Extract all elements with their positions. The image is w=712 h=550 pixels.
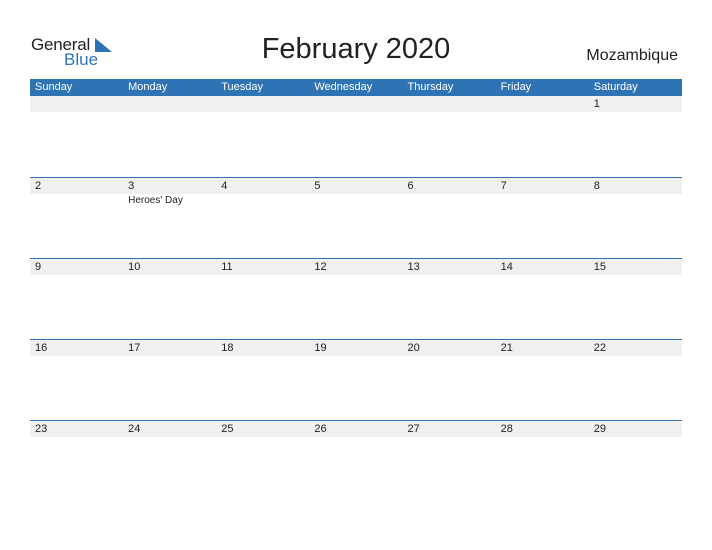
day-cell: 25 xyxy=(216,421,309,437)
day-cell: 8 xyxy=(589,178,682,207)
day-cell: 21 xyxy=(496,340,589,356)
week-days: 9 10 11 12 13 14 15 xyxy=(30,259,682,275)
day-number: 4 xyxy=(221,180,228,192)
week-row: 1 xyxy=(30,96,682,177)
day-cell: 11 xyxy=(216,259,309,275)
day-number: 10 xyxy=(128,261,141,273)
day-cell: 12 xyxy=(309,259,402,275)
week-row: 2 3 Heroes' Day 4 5 6 7 8 xyxy=(30,177,682,259)
weekday-monday: Monday xyxy=(128,81,168,93)
day-cell: 18 xyxy=(216,340,309,356)
day-number: 6 xyxy=(407,180,414,192)
day-cell: 22 xyxy=(589,340,682,356)
weekday-friday: Friday xyxy=(500,81,532,93)
day-number: 13 xyxy=(407,261,420,273)
day-cell: 20 xyxy=(403,340,496,356)
day-cell xyxy=(216,96,309,112)
day-cell: 5 xyxy=(309,178,402,207)
day-cell: 6 xyxy=(403,178,496,207)
day-number: 11 xyxy=(221,261,233,273)
weekday-saturday: Saturday xyxy=(593,81,638,93)
day-cell: 16 xyxy=(30,340,123,356)
day-cell: 24 xyxy=(123,421,216,437)
day-number xyxy=(408,96,496,112)
day-number: 29 xyxy=(593,423,606,435)
day-number: 16 xyxy=(35,342,48,354)
day-number xyxy=(128,96,216,112)
day-number: 7 xyxy=(500,180,507,192)
day-number: 9 xyxy=(35,261,42,273)
weekday-sunday: Sunday xyxy=(35,81,73,93)
day-cell: 3 Heroes' Day xyxy=(123,178,216,207)
week-row: 9 10 11 12 13 14 15 xyxy=(30,258,682,340)
country-label: Mozambique xyxy=(586,47,678,64)
day-cell xyxy=(403,96,496,112)
day-number: 20 xyxy=(407,342,420,354)
day-number: 28 xyxy=(500,423,513,435)
day-number: 15 xyxy=(593,261,606,273)
day-cell xyxy=(30,96,123,112)
day-cell: 17 xyxy=(123,340,216,356)
day-number: 19 xyxy=(314,342,327,354)
weekday-tuesday: Tuesday xyxy=(221,81,264,93)
day-number: 5 xyxy=(314,180,321,192)
day-number: 3 xyxy=(128,180,135,192)
day-cell: 14 xyxy=(496,259,589,275)
holiday-label: Heroes' Day xyxy=(128,195,183,206)
day-cell xyxy=(309,96,402,112)
day-number: 17 xyxy=(128,342,141,354)
day-cell: 1 xyxy=(589,96,682,112)
weekday-header: Sunday Monday Tuesday Wednesday Thursday… xyxy=(30,79,682,96)
day-cell: 19 xyxy=(309,340,402,356)
day-cell: 29 xyxy=(589,421,682,437)
day-cell: 2 xyxy=(30,178,123,207)
day-number: 12 xyxy=(314,261,327,273)
day-cell: 26 xyxy=(309,421,402,437)
week-days: 16 17 18 19 20 21 22 xyxy=(30,340,682,356)
day-number: 22 xyxy=(593,342,606,354)
day-number: 8 xyxy=(593,180,600,192)
day-number: 26 xyxy=(314,423,327,435)
weekday-wednesday: Wednesday xyxy=(314,81,373,93)
day-cell: 9 xyxy=(30,259,123,275)
day-number: 23 xyxy=(35,423,48,435)
week-days: 2 3 Heroes' Day 4 5 6 7 8 xyxy=(30,178,682,207)
day-number xyxy=(221,96,309,112)
day-cell: 27 xyxy=(403,421,496,437)
week-row: 16 17 18 19 20 21 22 xyxy=(30,339,682,421)
day-number: 14 xyxy=(500,261,513,273)
week-days: 1 xyxy=(30,96,682,112)
day-number: 18 xyxy=(221,342,234,354)
day-number: 27 xyxy=(407,423,420,435)
day-number xyxy=(35,96,123,112)
week-row: 23 24 25 26 27 28 29 xyxy=(30,420,682,502)
day-cell: 15 xyxy=(589,259,682,275)
day-number: 1 xyxy=(593,98,600,110)
day-cell: 23 xyxy=(30,421,123,437)
day-number: 24 xyxy=(128,423,141,435)
day-number: 21 xyxy=(500,342,513,354)
day-cell: 10 xyxy=(123,259,216,275)
day-cell xyxy=(123,96,216,112)
day-cell: 13 xyxy=(403,259,496,275)
day-cell: 28 xyxy=(496,421,589,437)
day-number: 2 xyxy=(35,180,42,192)
week-days: 23 24 25 26 27 28 29 xyxy=(30,421,682,437)
day-cell xyxy=(496,96,589,112)
day-number xyxy=(501,96,589,112)
day-cell: 7 xyxy=(496,178,589,207)
day-cell: 4 xyxy=(216,178,309,207)
day-number xyxy=(314,96,402,112)
day-number: 25 xyxy=(221,423,234,435)
weekday-thursday: Thursday xyxy=(407,81,454,93)
